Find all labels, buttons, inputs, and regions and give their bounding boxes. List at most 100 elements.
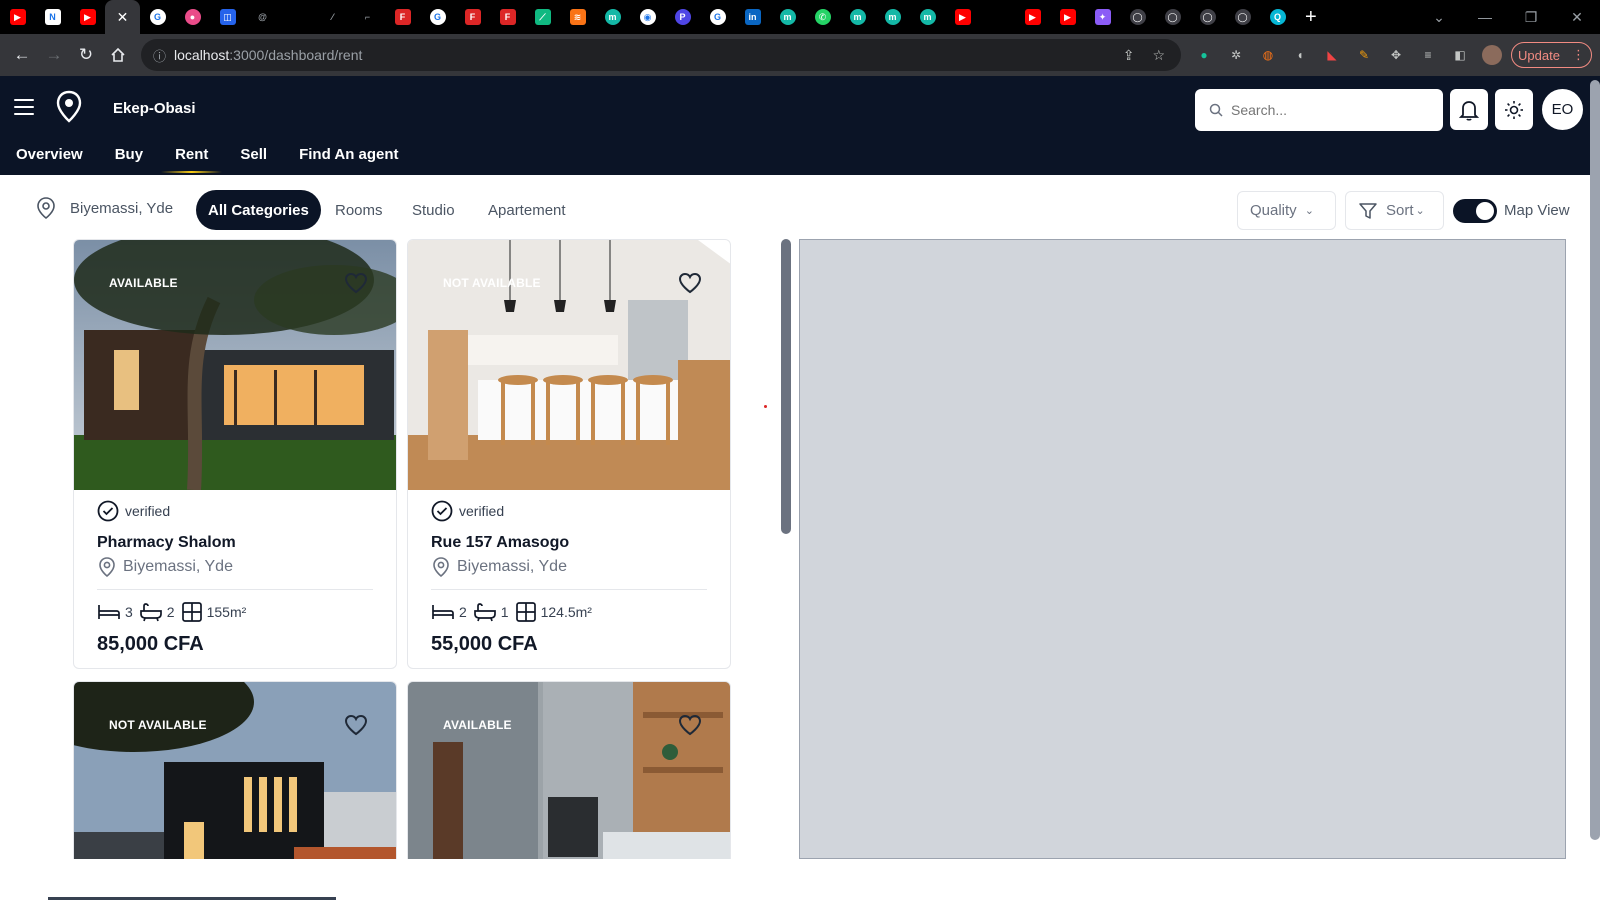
quality-dropdown[interactable]: Quality ⌄ [1237,191,1336,230]
extensions-puzzle-icon[interactable]: ✥ [1385,44,1407,66]
close-icon[interactable]: ✕ [117,9,129,26]
browser-tab[interactable]: ◫ [210,0,245,34]
browser-tab[interactable]: m [840,0,875,34]
browser-tab[interactable] [280,0,315,34]
browser-tab[interactable]: m [595,0,630,34]
listing-image[interactable]: NOT AVAILABLE [408,240,730,490]
browser-tab[interactable]: ● [175,0,210,34]
browser-tab[interactable]: ◯ [1120,0,1155,34]
map-view-toggle[interactable] [1453,199,1497,223]
browser-tab[interactable] [980,0,1015,34]
browser-tab[interactable]: F [455,0,490,34]
browser-tab[interactable]: ▶ [1015,0,1050,34]
share-icon[interactable]: ⇪ [1123,47,1135,64]
browser-tab[interactable]: ▶ [0,0,35,34]
browser-tab[interactable]: ⁄ [315,0,350,34]
new-tab-icon[interactable]: + [1305,6,1317,29]
browser-tab[interactable]: m [910,0,945,34]
tab-search-icon[interactable]: ⌄ [1416,9,1462,26]
bug-extension-icon[interactable]: ✲ [1225,44,1247,66]
heart-icon[interactable] [678,272,702,294]
category-rooms[interactable]: Rooms [335,190,383,230]
search-input[interactable] [1231,102,1431,118]
browser-tab[interactable]: ◉ [630,0,665,34]
nav-buy[interactable]: Buy [115,146,143,173]
listing-card[interactable]: NOT AVAILABLE [73,681,397,859]
browser-tab[interactable]: ⌐ [350,0,385,34]
close-window-icon[interactable]: ✕ [1554,9,1600,26]
browser-tab[interactable]: ✆ [805,0,840,34]
restore-icon[interactable]: ❐ [1508,9,1554,26]
browser-tab[interactable]: G [700,0,735,34]
reload-icon[interactable]: ↻ [70,39,102,71]
browser-tab[interactable]: ✦ [1085,0,1120,34]
side-panel-icon[interactable]: ◧ [1449,44,1471,66]
browser-tab[interactable]: m [875,0,910,34]
minimize-icon[interactable]: — [1462,9,1508,25]
browser-tab[interactable]: Q [1260,0,1295,34]
heart-icon[interactable] [344,272,368,294]
listing-image[interactable]: AVAILABLE [74,240,396,490]
browser-tab[interactable]: ▶ [945,0,980,34]
location-filter[interactable]: Biyemassi, Yde [36,196,173,220]
drop-extension-icon[interactable]: ◍ [1257,44,1279,66]
listings-scrollbar[interactable] [781,239,791,534]
browser-tab[interactable]: P [665,0,700,34]
notifications-button[interactable] [1450,89,1488,130]
listing-title[interactable]: Pharmacy Shalom [97,534,373,552]
location-logo-icon[interactable] [55,90,83,124]
megaphone-extension-icon[interactable]: ◣ [1321,44,1343,66]
listing-image[interactable]: NOT AVAILABLE [74,682,396,859]
mouse-extension-icon[interactable]: ◖ [1289,44,1311,66]
category-studio[interactable]: Studio [412,190,455,230]
profile-avatar-icon[interactable] [1481,44,1503,66]
category-all[interactable]: All Categories [196,190,321,230]
site-info-icon[interactable]: ⓘ [153,46,166,65]
browser-tab[interactable]: ✕ [105,0,140,34]
nav-rent[interactable]: Rent [160,146,223,173]
browser-tab[interactable]: F [490,0,525,34]
theme-toggle-button[interactable] [1495,89,1533,130]
user-avatar[interactable]: EO [1542,89,1583,130]
browser-tab[interactable]: G [420,0,455,34]
forward-icon[interactable]: → [38,39,70,71]
browser-tab[interactable]: N [35,0,70,34]
grammarly-icon[interactable]: ● [1193,44,1215,66]
back-icon[interactable]: ← [6,39,38,71]
category-apartement[interactable]: Apartement [488,190,566,230]
hamburger-menu-icon[interactable] [14,99,34,115]
listing-card[interactable]: AVAILABLE verified Pharmacy Shalom Biyem… [73,239,397,669]
heart-icon[interactable] [344,714,368,736]
listing-card[interactable]: AVAILABLE [407,681,731,859]
reading-list-icon[interactable]: ≡ [1417,44,1439,66]
browser-tab[interactable]: ▶ [70,0,105,34]
nav-find-an-agent[interactable]: Find An agent [299,146,398,173]
bookmark-star-icon[interactable]: ☆ [1152,47,1165,64]
browser-tab[interactable]: in [735,0,770,34]
pen-extension-icon[interactable]: ✎ [1353,44,1375,66]
browser-tab[interactable]: ▶ [1050,0,1085,34]
home-icon[interactable] [102,39,134,71]
browser-tab[interactable]: ◯ [1225,0,1260,34]
sort-dropdown[interactable]: Sort ⌄ [1345,191,1444,230]
map-view-panel[interactable] [799,239,1566,859]
nav-sell[interactable]: Sell [240,146,267,173]
nav-overview[interactable]: Overview [16,146,83,173]
browser-tab[interactable]: G [140,0,175,34]
address-bar[interactable]: ⓘ localhost:3000/dashboard/rent ⇪ ☆ [141,39,1181,71]
heart-icon[interactable] [678,714,702,736]
browser-tab[interactable]: @ [245,0,280,34]
kebab-menu-icon[interactable]: ⋮ [1572,47,1585,63]
update-button[interactable]: Update ⋮ [1511,42,1592,68]
browser-tab[interactable]: F [385,0,420,34]
browser-tab[interactable]: m [770,0,805,34]
listing-card[interactable]: NOT AVAILABLE verified Rue 157 Amasogo B… [407,239,731,669]
browser-tab[interactable]: ≋ [560,0,595,34]
browser-tab[interactable]: ◯ [1155,0,1190,34]
browser-tab[interactable]: ◯ [1190,0,1225,34]
search-box[interactable] [1195,89,1443,131]
page-scrollbar[interactable] [1590,80,1600,840]
browser-tab[interactable]: ⟋ [525,0,560,34]
listing-title[interactable]: Rue 157 Amasogo [431,534,707,552]
listing-image[interactable]: AVAILABLE [408,682,730,859]
